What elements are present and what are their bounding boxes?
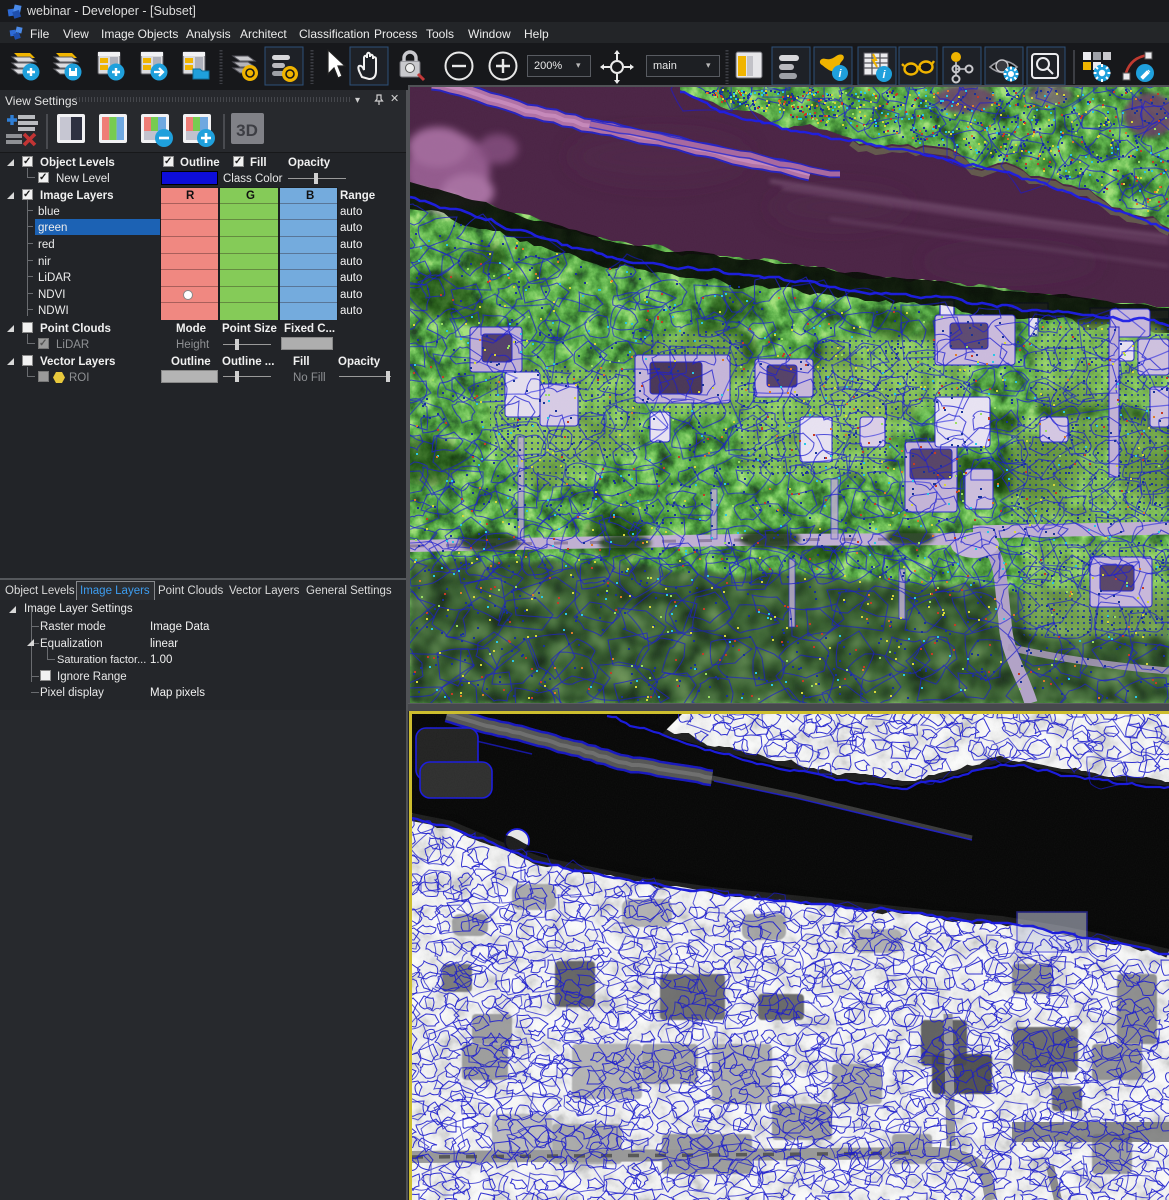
svg-text:3D: 3D <box>236 121 258 140</box>
